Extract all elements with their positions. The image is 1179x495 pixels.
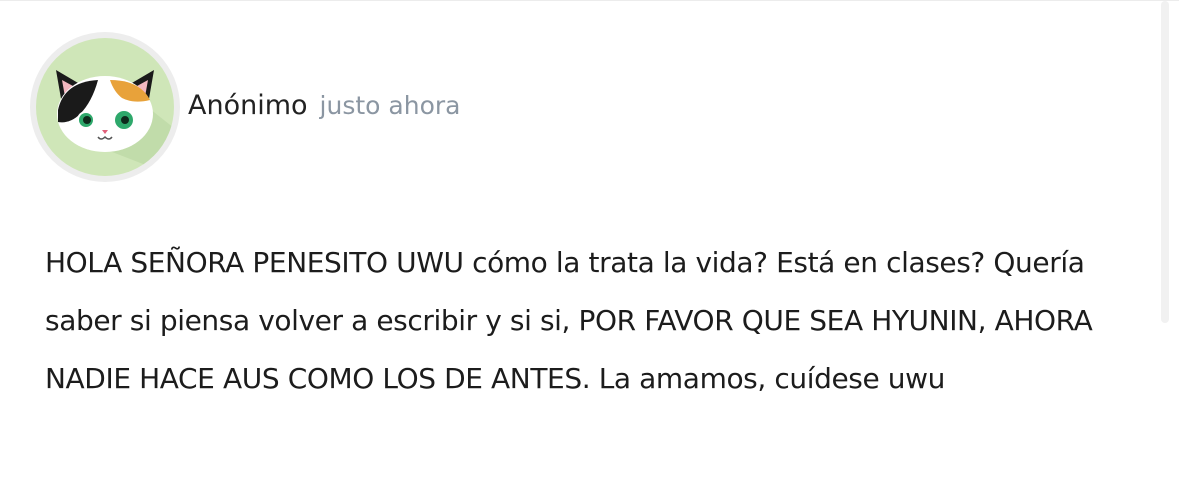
calico-cat-face-icon bbox=[36, 38, 174, 176]
author-name: Anónimo bbox=[188, 89, 308, 121]
post-timestamp: justo ahora bbox=[319, 90, 461, 120]
post-meta: Anónimo justo ahora bbox=[188, 90, 460, 121]
scrollbar[interactable] bbox=[1161, 1, 1169, 323]
avatar bbox=[30, 32, 180, 182]
post-header: Anónimo justo ahora bbox=[30, 31, 460, 183]
anonymous-message-card: Anónimo justo ahora HOLA SEÑORA PENESITO… bbox=[0, 0, 1179, 495]
message-body: HOLA SEÑORA PENESITO UWU cómo la trata l… bbox=[45, 246, 1093, 395]
